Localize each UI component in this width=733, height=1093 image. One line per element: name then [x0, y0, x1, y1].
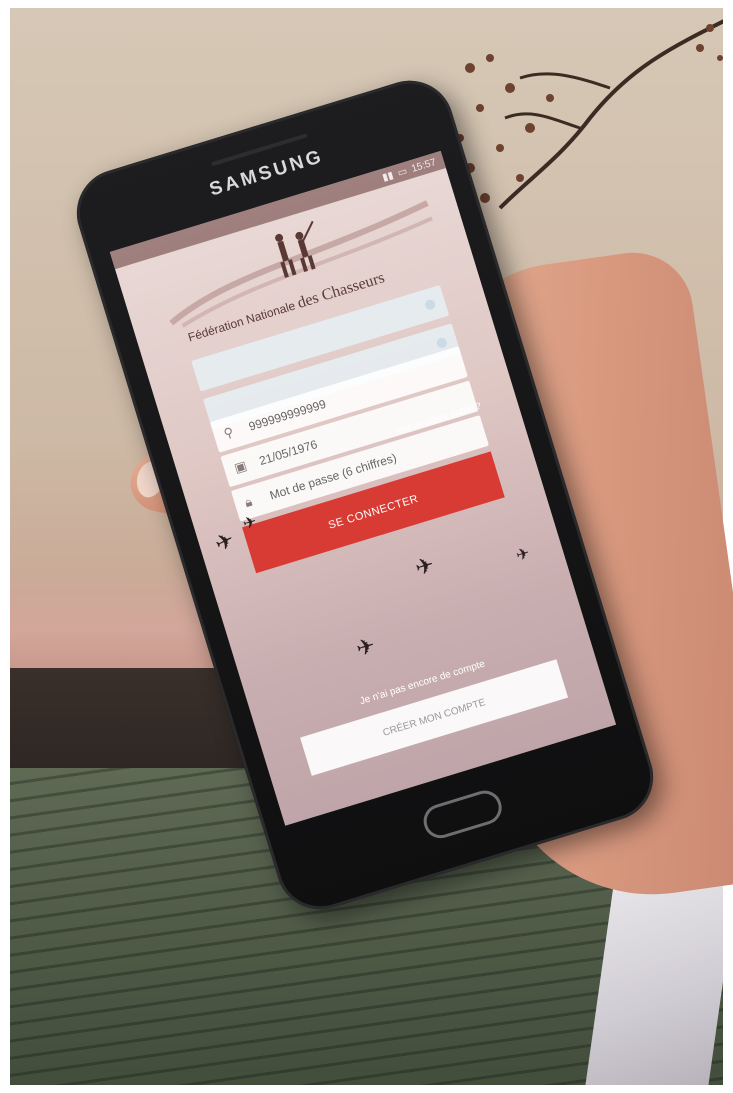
field-indicator-icon — [423, 298, 437, 311]
battery-icon: ▭ — [396, 165, 409, 179]
lock-icon: 🔒︎ — [242, 493, 254, 511]
status-time: 15:57 — [410, 156, 438, 175]
bird-silhouette-icon: ✈︎ — [210, 526, 239, 557]
bird-silhouette-icon: ✈︎ — [514, 544, 533, 565]
signal-icon: ▮▮ — [380, 169, 395, 184]
bird-silhouette-icon: ✈︎ — [353, 632, 379, 662]
home-button-icon[interactable] — [419, 786, 506, 843]
birthdate-value: 21/05/1976 — [257, 437, 320, 469]
bird-silhouette-icon: ✈︎ — [412, 551, 438, 581]
field-indicator-icon — [435, 336, 449, 350]
calendar-icon: ▣ — [232, 457, 249, 476]
user-icon: ⚲ — [221, 424, 236, 442]
